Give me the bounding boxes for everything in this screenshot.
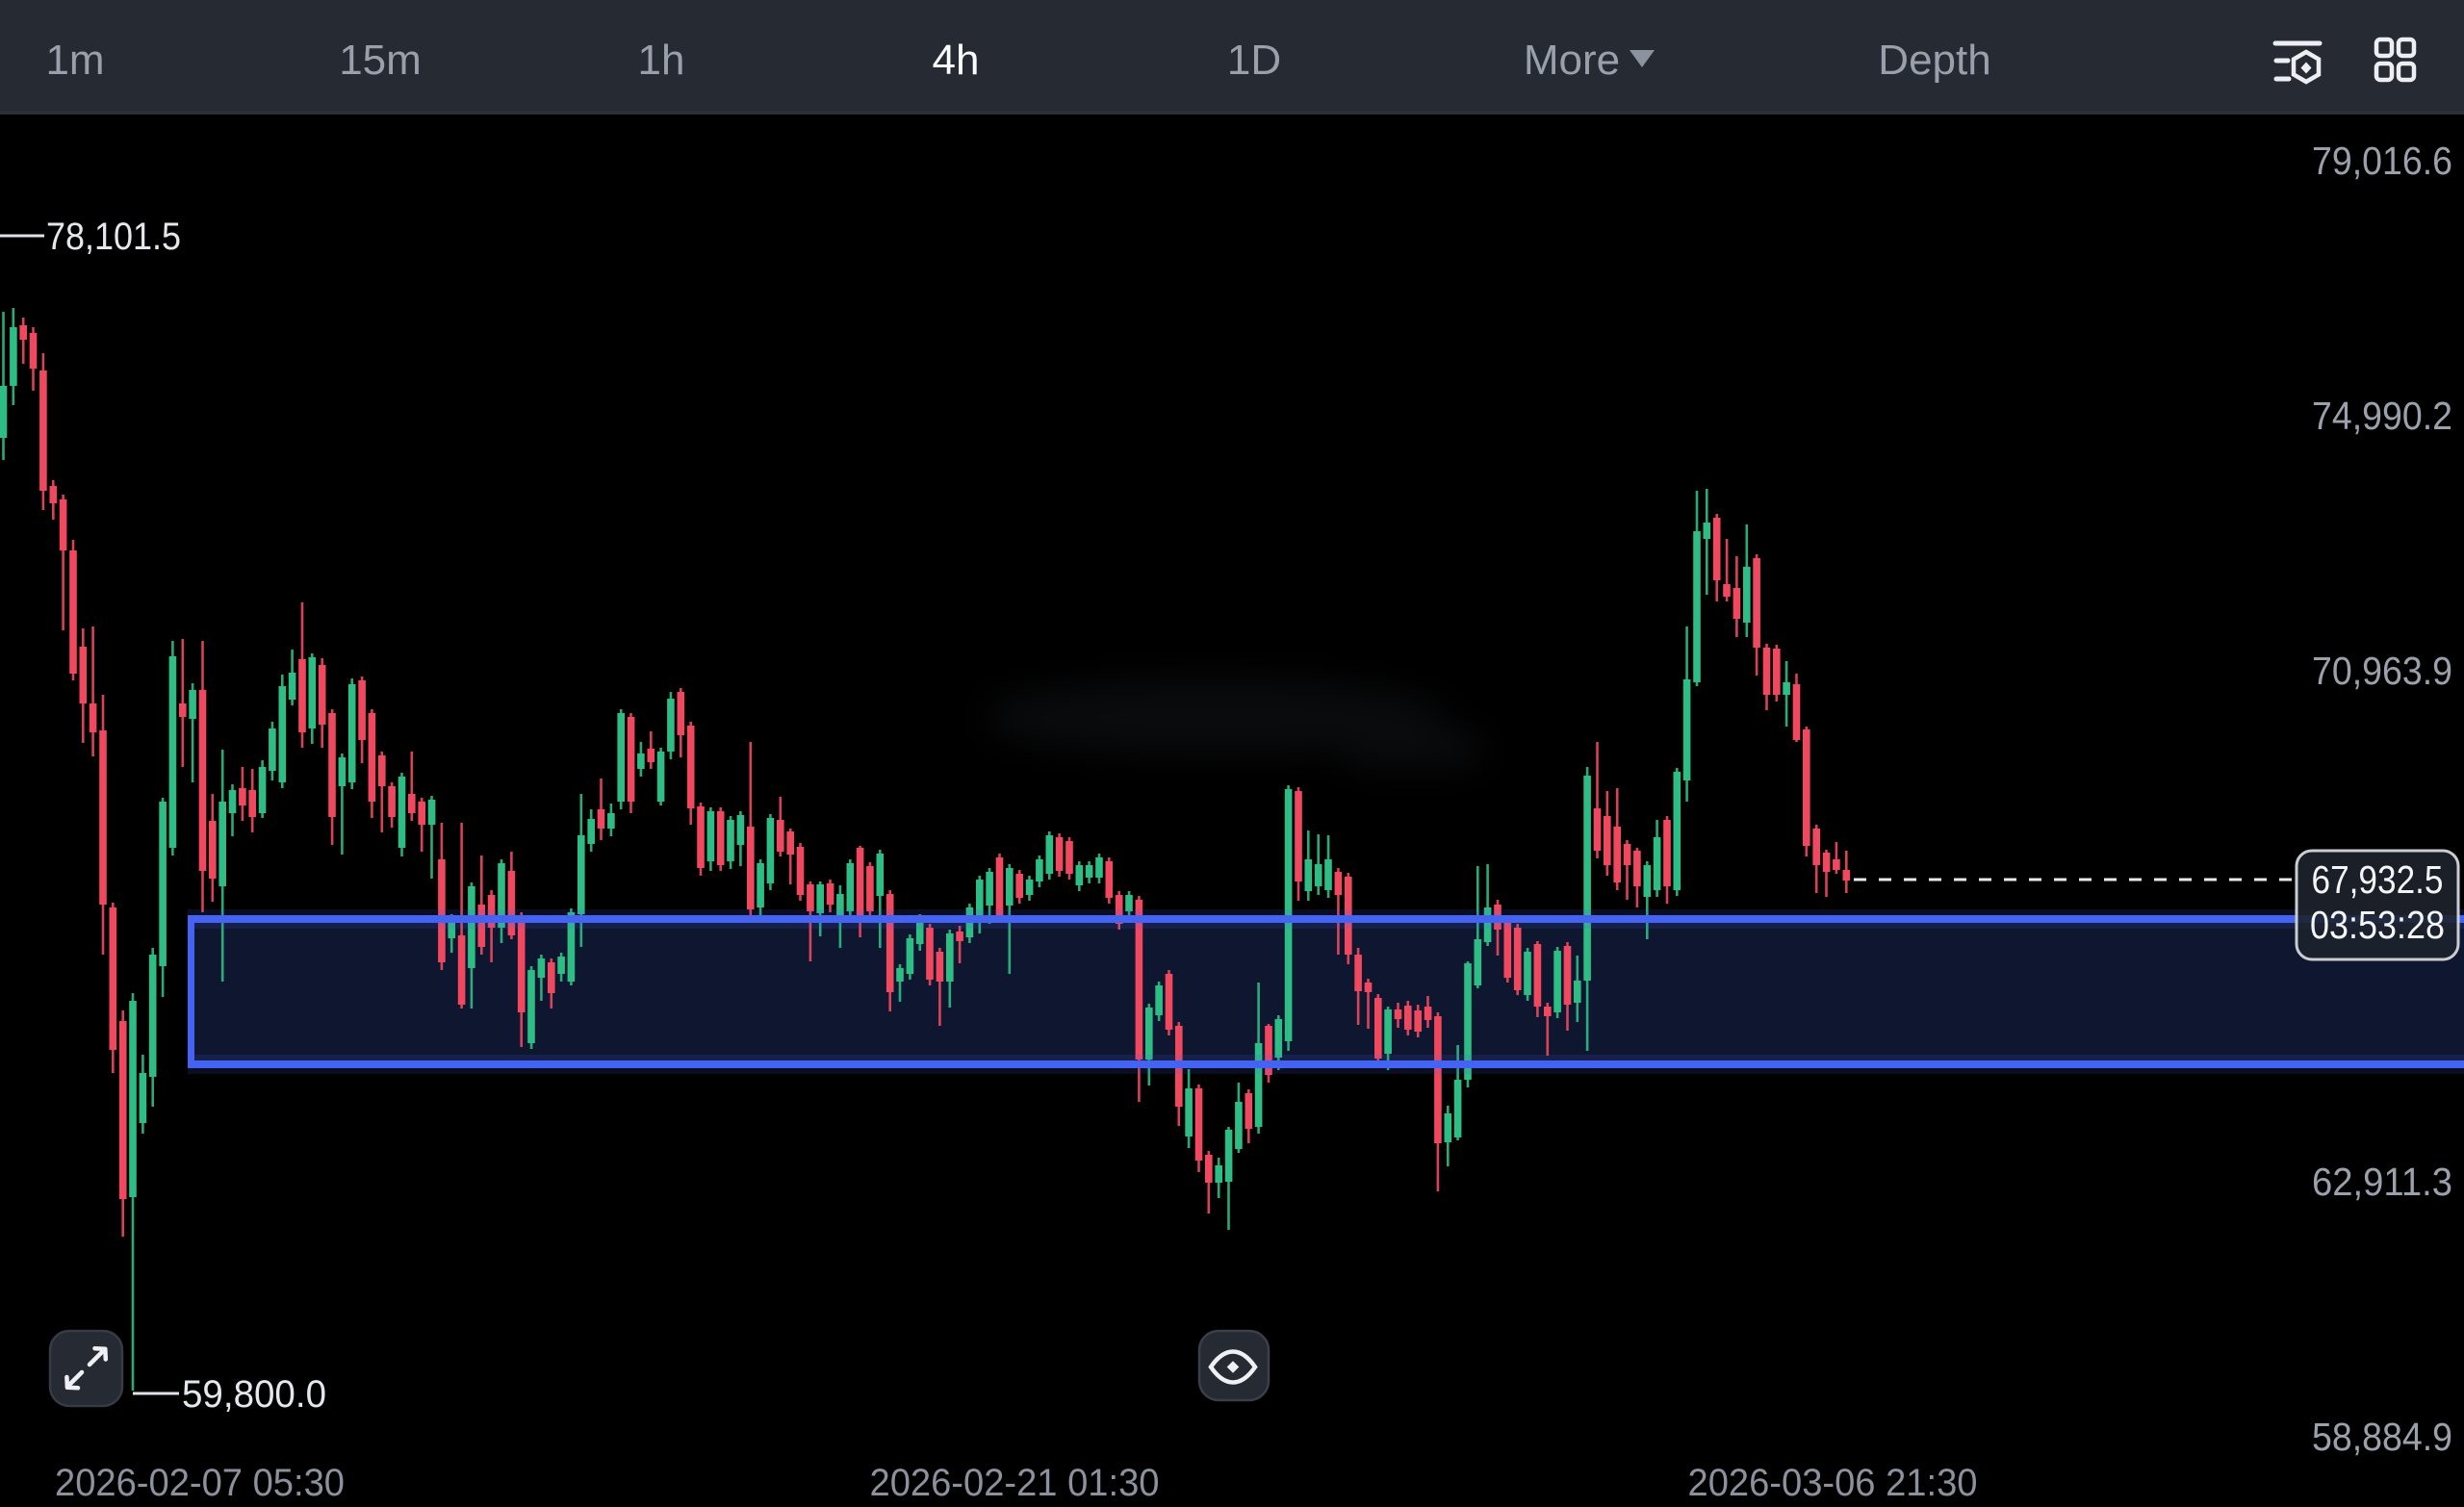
svg-text:78,101.5: 78,101.5 bbox=[46, 216, 181, 258]
svg-text:79,016.6: 79,016.6 bbox=[2312, 139, 2452, 183]
svg-text:74,990.2: 74,990.2 bbox=[2312, 394, 2452, 438]
svg-text:2026-03-06 21:30: 2026-03-06 21:30 bbox=[1688, 1462, 1978, 1504]
svg-text:58,884.9: 58,884.9 bbox=[2312, 1415, 2452, 1459]
svg-text:59,800.0: 59,800.0 bbox=[182, 1373, 326, 1416]
svg-text:2026-02-07 05:30: 2026-02-07 05:30 bbox=[55, 1462, 345, 1504]
svg-text:62,911.3: 62,911.3 bbox=[2312, 1160, 2452, 1204]
svg-text:67,932.5: 67,932.5 bbox=[2312, 857, 2444, 902]
svg-text:03:53:28: 03:53:28 bbox=[2310, 903, 2445, 947]
svg-text:2026-02-21 01:30: 2026-02-21 01:30 bbox=[870, 1462, 1160, 1504]
svg-text:70,963.9: 70,963.9 bbox=[2312, 649, 2452, 693]
